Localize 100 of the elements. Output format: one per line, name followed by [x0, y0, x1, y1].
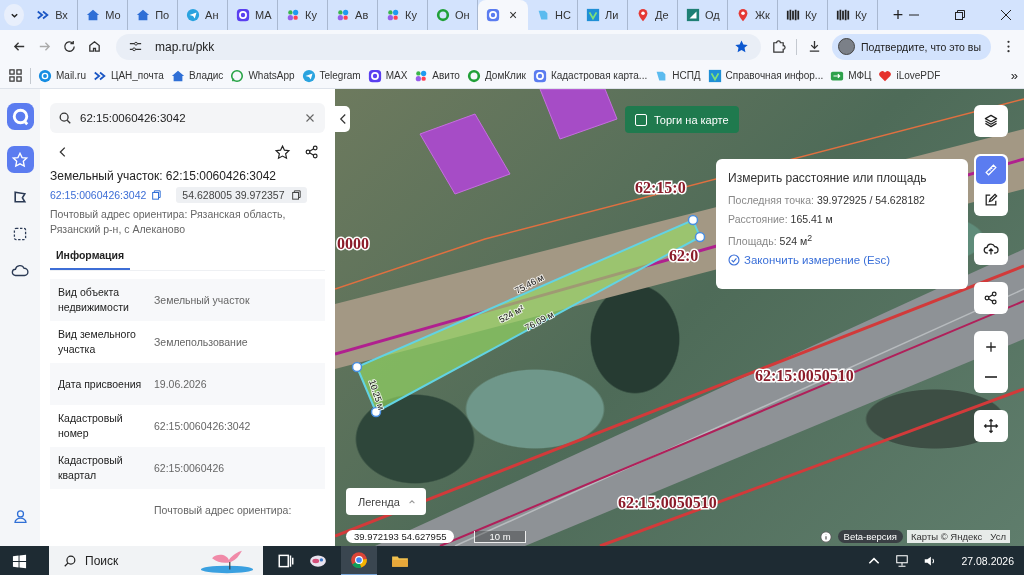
- taskbar-search-field[interactable]: Поиск: [49, 546, 263, 575]
- vertex-handle[interactable]: [351, 361, 363, 373]
- heart-icon: [878, 68, 893, 83]
- star-button[interactable]: [6, 146, 34, 173]
- bookmark[interactable]: iLovePDF: [878, 68, 941, 83]
- polygon-icon: [12, 188, 28, 205]
- star-icon: [273, 143, 291, 161]
- logo-icon[interactable]: [6, 103, 34, 130]
- layers-icon: [983, 113, 999, 129]
- search-field[interactable]: 62:15:0060426:3042: [50, 103, 325, 133]
- ruler-button[interactable]: [976, 156, 1006, 184]
- cadastral-label: 0000: [337, 235, 369, 252]
- profile-chip[interactable]: Подтвердите, что это вы: [832, 33, 991, 60]
- property-value: Землепользование: [154, 336, 248, 348]
- ring-icon: [486, 8, 500, 22]
- cadastral-label: 62:15:0050510: [618, 494, 717, 511]
- beta-badge: Beta-версия: [837, 530, 903, 543]
- cursor-coordinates: 39.972193 54.627955: [346, 530, 455, 543]
- zigzag-icon: [36, 8, 51, 22]
- home-icon[interactable]: [87, 39, 102, 54]
- bookmark[interactable]: Владис: [170, 68, 224, 83]
- measurement-label: 75.46 м: [513, 272, 546, 296]
- tab-search-button[interactable]: [4, 4, 25, 26]
- star-icon: [11, 150, 29, 169]
- vertex-handle[interactable]: [687, 214, 699, 226]
- house-icon: [170, 68, 185, 83]
- terms-link[interactable]: Усл: [986, 530, 1010, 543]
- legend-button[interactable]: Легенда: [346, 488, 426, 515]
- auctions-label: Торги на карте: [654, 113, 729, 126]
- bookmark[interactable]: MAX: [367, 68, 408, 83]
- house-icon: [136, 8, 151, 22]
- bookmark[interactable]: НСПД: [654, 68, 701, 83]
- phone-bubble-icon: [230, 68, 245, 83]
- vertex-handle[interactable]: [694, 231, 706, 243]
- at-sign-icon: [38, 68, 52, 83]
- info-icon[interactable]: [819, 530, 832, 543]
- dots-icon: [336, 8, 351, 22]
- auctions-toggle[interactable]: Торги на карте: [625, 106, 739, 133]
- dashed-square-icon: [12, 225, 28, 242]
- user-icon: [11, 508, 29, 525]
- address-bar[interactable]: map.ru/pkk: [116, 33, 762, 60]
- checkbox[interactable]: [635, 113, 647, 126]
- bookmark[interactable]: Авито: [414, 68, 460, 83]
- ruler-icon: [983, 162, 999, 178]
- columns-icon: [835, 8, 850, 22]
- property-value: 19.06.2026: [154, 378, 207, 390]
- parcel-title: Земельный участок: 62:15:0060426:3042: [50, 169, 277, 183]
- copy-icon[interactable]: [290, 190, 301, 200]
- check-square-icon: [586, 8, 600, 22]
- bookmark[interactable]: ЦАН_почта: [93, 68, 164, 83]
- browser-taskbar-button[interactable]: [341, 546, 377, 575]
- coordinates-chip[interactable]: 54.628005 39.972357: [176, 187, 307, 203]
- ring-icon: [532, 68, 547, 83]
- info-tab[interactable]: Информация: [50, 245, 131, 270]
- network-icon[interactable]: [895, 554, 910, 568]
- caret-icon: [407, 497, 416, 506]
- popup-title: Измерить расстояние или площадь: [728, 171, 928, 185]
- bookmark[interactable]: Кадастровая карта...: [532, 68, 648, 83]
- app-icon[interactable]: [309, 552, 327, 570]
- bookmark-star-icon[interactable]: [734, 39, 750, 54]
- property-label: Кадастровый номер: [58, 411, 124, 441]
- browser-icon: [350, 551, 368, 569]
- puzzle-icon[interactable]: [771, 39, 787, 54]
- copy-icon[interactable]: [151, 190, 162, 200]
- bookmark[interactable]: Справочная инфор...: [707, 68, 824, 83]
- bookmark[interactable]: Mail.ru: [38, 68, 86, 83]
- chevron-left-icon: [338, 113, 347, 125]
- dots-icon: [414, 68, 429, 83]
- close-icon[interactable]: [1000, 9, 1013, 21]
- task-view-icon[interactable]: [277, 552, 295, 570]
- apps-grid-icon[interactable]: [8, 68, 23, 83]
- more-bookmarks-button[interactable]: »: [1010, 68, 1018, 83]
- property-value: Земельный участок: [154, 294, 250, 306]
- paper-plane-icon: [186, 8, 201, 22]
- finish-measure-button[interactable]: Закончить измерение (Esc): [728, 253, 891, 266]
- bookmark[interactable]: Telegram: [301, 68, 361, 83]
- minus-icon: [985, 376, 997, 378]
- map-copyright: Карты © Яндекс: [907, 530, 987, 543]
- dots-icon: [386, 8, 401, 22]
- new-tab-button[interactable]: +: [887, 4, 909, 26]
- check-circle-icon: [728, 253, 740, 266]
- avatar: [838, 38, 856, 55]
- restore-icon[interactable]: [954, 9, 967, 21]
- vertex-handle[interactable]: [370, 406, 382, 418]
- taskbar-date: 27.08.2026: [961, 555, 1014, 567]
- bookmark[interactable]: МФЦ: [830, 68, 872, 83]
- ring-icon: [367, 68, 382, 83]
- windows-start-icon[interactable]: [12, 553, 27, 569]
- bookmark[interactable]: WhatsApp: [230, 68, 295, 83]
- bookmark[interactable]: ДомКлик: [466, 68, 526, 83]
- profile-text: Подтвердите, что это вы: [861, 40, 981, 53]
- reload-icon[interactable]: [62, 39, 77, 54]
- last-point-value: 39.972925 / 54.628182: [816, 194, 925, 206]
- paper-plane-icon: [301, 68, 316, 83]
- tune-icon[interactable]: [128, 39, 143, 54]
- browser-tab[interactable]: ×: [478, 0, 528, 30]
- property-value: Почтовый адрес ориентира:: [154, 504, 292, 516]
- cadastral-number-link[interactable]: 62:15:0060426:3042: [50, 189, 147, 201]
- pencil-icon: [983, 192, 999, 208]
- collapse-panel-button[interactable]: [335, 106, 350, 132]
